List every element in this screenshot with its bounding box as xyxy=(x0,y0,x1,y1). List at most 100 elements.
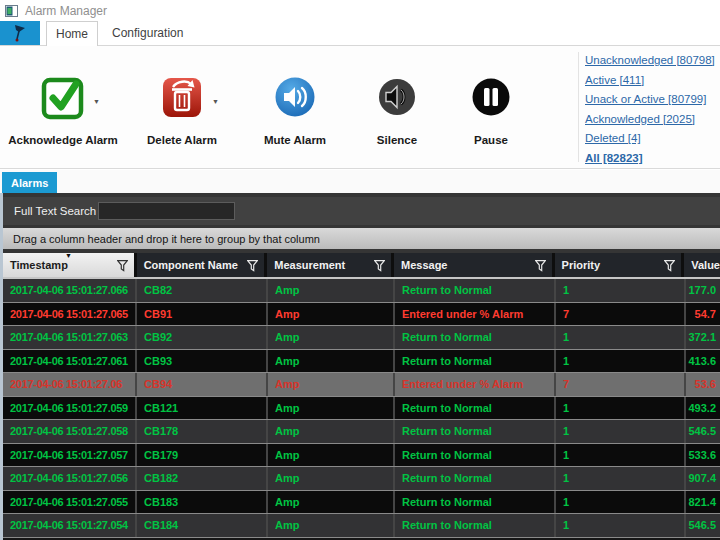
column-header-component-name[interactable]: Component Name xyxy=(137,253,268,277)
column-header-label: Timestamp xyxy=(10,259,68,271)
cell-measurement: Amp xyxy=(268,326,395,349)
delete-alarm-button[interactable]: Delete Alarm xyxy=(130,68,234,146)
filter-funnel-icon[interactable] xyxy=(247,260,258,272)
cell-value: 546.5 xyxy=(686,514,720,537)
ribbon-toolbar: Acknowledge Alarm ▼ Delete Alarm ▼ xyxy=(0,46,720,169)
filter-link-1[interactable]: Active [411] xyxy=(585,71,715,91)
full-text-search-bar: Full Text Search xyxy=(3,197,720,225)
toolbar-links-divider xyxy=(578,52,579,162)
filter-link-2[interactable]: Unack or Active [80799] xyxy=(585,90,715,110)
cell-timestamp: 2017-04-06 15:01:27.057 xyxy=(3,444,137,467)
alarm-row[interactable]: 2017-04-06 15:01:27.058CB178AmpReturn to… xyxy=(3,420,720,444)
cell-measurement: Amp xyxy=(268,350,395,373)
grid-header-row: Timestamp▼Component NameMeasurementMessa… xyxy=(3,253,720,279)
alarm-row[interactable]: 2017-04-06 15:01:27.063CB92AmpReturn to … xyxy=(3,326,720,350)
cell-value: 907.4 xyxy=(686,467,720,490)
mute-icon xyxy=(274,76,316,118)
delete-dropdown-caret[interactable]: ▼ xyxy=(212,98,219,105)
cell-priority: 1 xyxy=(556,444,686,467)
filter-link-0[interactable]: Unacknowledged [80798] xyxy=(585,51,715,71)
filter-funnel-icon[interactable] xyxy=(664,260,675,272)
tab-alarms-label: Alarms xyxy=(11,177,48,189)
cell-message: Return to Normal xyxy=(395,467,556,490)
filter-link-4[interactable]: Deleted [4] xyxy=(585,129,715,149)
alarm-row[interactable]: 2017-04-06 15:01:27.066CB82AmpReturn to … xyxy=(3,279,720,303)
cell-component: CB184 xyxy=(137,514,268,537)
window-title: Alarm Manager xyxy=(25,4,107,18)
alarm-row[interactable]: 2017-04-06 15:01:27.061CB93AmpReturn to … xyxy=(3,350,720,374)
cell-measurement: Amp xyxy=(268,397,395,420)
cell-timestamp: 2017-04-06 15:01:27.059 xyxy=(3,397,137,420)
cell-priority: 1 xyxy=(556,350,686,373)
sort-indicator-icon: ▼ xyxy=(65,252,72,259)
cell-timestamp: 2017-04-06 15:01:27.06 xyxy=(3,373,137,396)
search-input[interactable] xyxy=(98,202,235,220)
alarm-row[interactable]: 2017-04-06 15:01:27.065CB91AmpEntered un… xyxy=(3,303,720,327)
filter-funnel-icon[interactable] xyxy=(374,260,385,272)
cell-message: Return to Normal xyxy=(395,326,556,349)
column-header-timestamp[interactable]: Timestamp▼ xyxy=(3,253,137,277)
acknowledge-dropdown-caret[interactable]: ▼ xyxy=(93,98,100,105)
cell-message: Return to Normal xyxy=(395,397,556,420)
column-header-measurement[interactable]: Measurement xyxy=(267,253,394,277)
cell-timestamp: 2017-04-06 15:01:27.055 xyxy=(3,491,137,514)
pause-button[interactable]: Pause xyxy=(439,68,543,146)
cell-measurement: Amp xyxy=(268,467,395,490)
cell-value: 546.5 xyxy=(686,420,720,443)
alarm-row[interactable]: 2017-04-06 15:01:27.059CB121AmpReturn to… xyxy=(3,397,720,421)
title-bar: Alarm Manager xyxy=(0,0,720,21)
cell-message: Return to Normal xyxy=(395,514,556,537)
column-header-message[interactable]: Message xyxy=(394,253,555,277)
filter-funnel-icon[interactable] xyxy=(535,260,546,272)
cell-timestamp: 2017-04-06 15:01:27.066 xyxy=(3,279,137,302)
silence-button[interactable]: Silence xyxy=(345,68,449,146)
mute-alarm-button[interactable]: Mute Alarm xyxy=(243,68,347,146)
cell-value: 177.0 xyxy=(686,279,720,302)
cell-priority: 7 xyxy=(556,303,686,326)
cell-component: CB183 xyxy=(137,491,268,514)
tab-configuration[interactable]: Configuration xyxy=(98,21,197,45)
group-by-bar[interactable]: Drag a column header and drop it here to… xyxy=(3,228,720,249)
cell-component: CB178 xyxy=(137,420,268,443)
cell-message: Return to Normal xyxy=(395,420,556,443)
cell-measurement: Amp xyxy=(268,491,395,514)
column-header-value[interactable]: Value xyxy=(684,253,720,277)
filter-funnel-icon[interactable] xyxy=(117,260,128,272)
alarm-filter-links: Unacknowledged [80798]Active [411]Unack … xyxy=(585,51,715,169)
cell-component: CB179 xyxy=(137,444,268,467)
alarm-row[interactable]: 2017-04-06 15:01:27.057CB179AmpReturn to… xyxy=(3,444,720,468)
tab-configuration-label: Configuration xyxy=(112,26,183,40)
cell-component: CB182 xyxy=(137,467,268,490)
acknowledge-alarm-label: Acknowledge Alarm xyxy=(0,134,126,146)
cell-message: Return to Normal xyxy=(395,350,556,373)
acknowledge-alarm-button[interactable]: Acknowledge Alarm xyxy=(0,68,126,146)
tab-alarms[interactable]: Alarms xyxy=(2,172,57,193)
cell-priority: 7 xyxy=(556,373,686,396)
pause-icon xyxy=(471,77,511,117)
alarm-row[interactable]: 2017-04-06 15:01:27.06CB94AmpEntered und… xyxy=(3,373,720,397)
cell-measurement: Amp xyxy=(268,514,395,537)
cell-priority: 1 xyxy=(556,467,686,490)
group-by-hint: Drag a column header and drop it here to… xyxy=(13,233,320,245)
cell-message: Return to Normal xyxy=(395,491,556,514)
cell-measurement: Amp xyxy=(268,303,395,326)
cell-value: 372.1 xyxy=(686,326,720,349)
alarm-row[interactable]: 2017-04-06 15:01:27.055CB183AmpReturn to… xyxy=(3,491,720,515)
column-header-label: Priority xyxy=(562,259,601,271)
app-menu-button[interactable] xyxy=(0,21,40,45)
alarms-tab-strip: Alarms xyxy=(0,170,720,193)
column-header-priority[interactable]: Priority xyxy=(555,253,685,277)
cell-priority: 1 xyxy=(556,491,686,514)
silence-label: Silence xyxy=(345,134,449,146)
tab-home[interactable]: Home xyxy=(46,21,98,46)
alarm-row[interactable]: 2017-04-06 15:01:27.054CB184AmpReturn to… xyxy=(3,514,720,538)
search-label: Full Text Search xyxy=(14,205,96,217)
cell-component: CB82 xyxy=(137,279,268,302)
cell-value: 533.6 xyxy=(686,444,720,467)
grid-body: 2017-04-06 15:01:27.066CB82AmpReturn to … xyxy=(3,279,720,538)
alarm-row[interactable]: 2017-04-06 15:01:27.056CB182AmpReturn to… xyxy=(3,467,720,491)
column-header-label: Message xyxy=(401,259,447,271)
filter-link-5[interactable]: All [82823] xyxy=(585,149,715,169)
filter-link-3[interactable]: Acknowledged [2025] xyxy=(585,110,715,130)
silence-icon xyxy=(377,77,417,117)
